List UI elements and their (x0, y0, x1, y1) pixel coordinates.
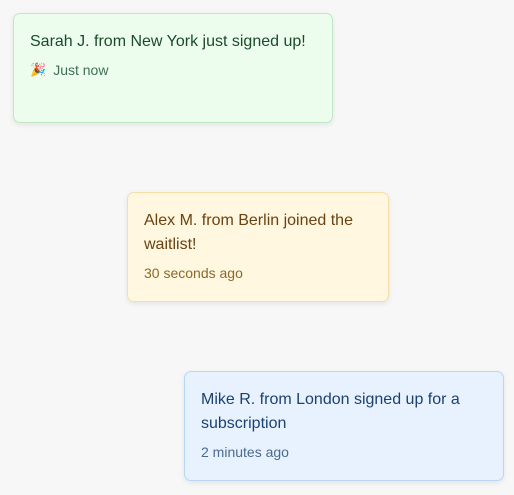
notification-timestamp: Just now (53, 62, 109, 78)
notification-message: Sarah J. from New York just signed up! (30, 33, 306, 50)
notification-toast-waitlist[interactable]: Alex M. from Berlin joined the waitlist!… (127, 192, 389, 302)
notification-meta: 2 minutes ago (201, 443, 487, 461)
notification-message: Alex M. from Berlin joined the waitlist! (144, 212, 353, 253)
notification-message: Mike R. from London signed up for a subs… (201, 391, 460, 432)
notification-meta: 🎉 Just now (30, 61, 316, 79)
notification-timestamp: 30 seconds ago (144, 265, 243, 281)
notification-meta: 30 seconds ago (144, 264, 372, 282)
notification-toast-signup-success[interactable]: Sarah J. from New York just signed up! 🎉… (13, 13, 333, 123)
notification-toast-subscription[interactable]: Mike R. from London signed up for a subs… (184, 371, 504, 481)
notification-timestamp: 2 minutes ago (201, 444, 289, 460)
party-popper-icon: 🎉 (30, 62, 47, 77)
